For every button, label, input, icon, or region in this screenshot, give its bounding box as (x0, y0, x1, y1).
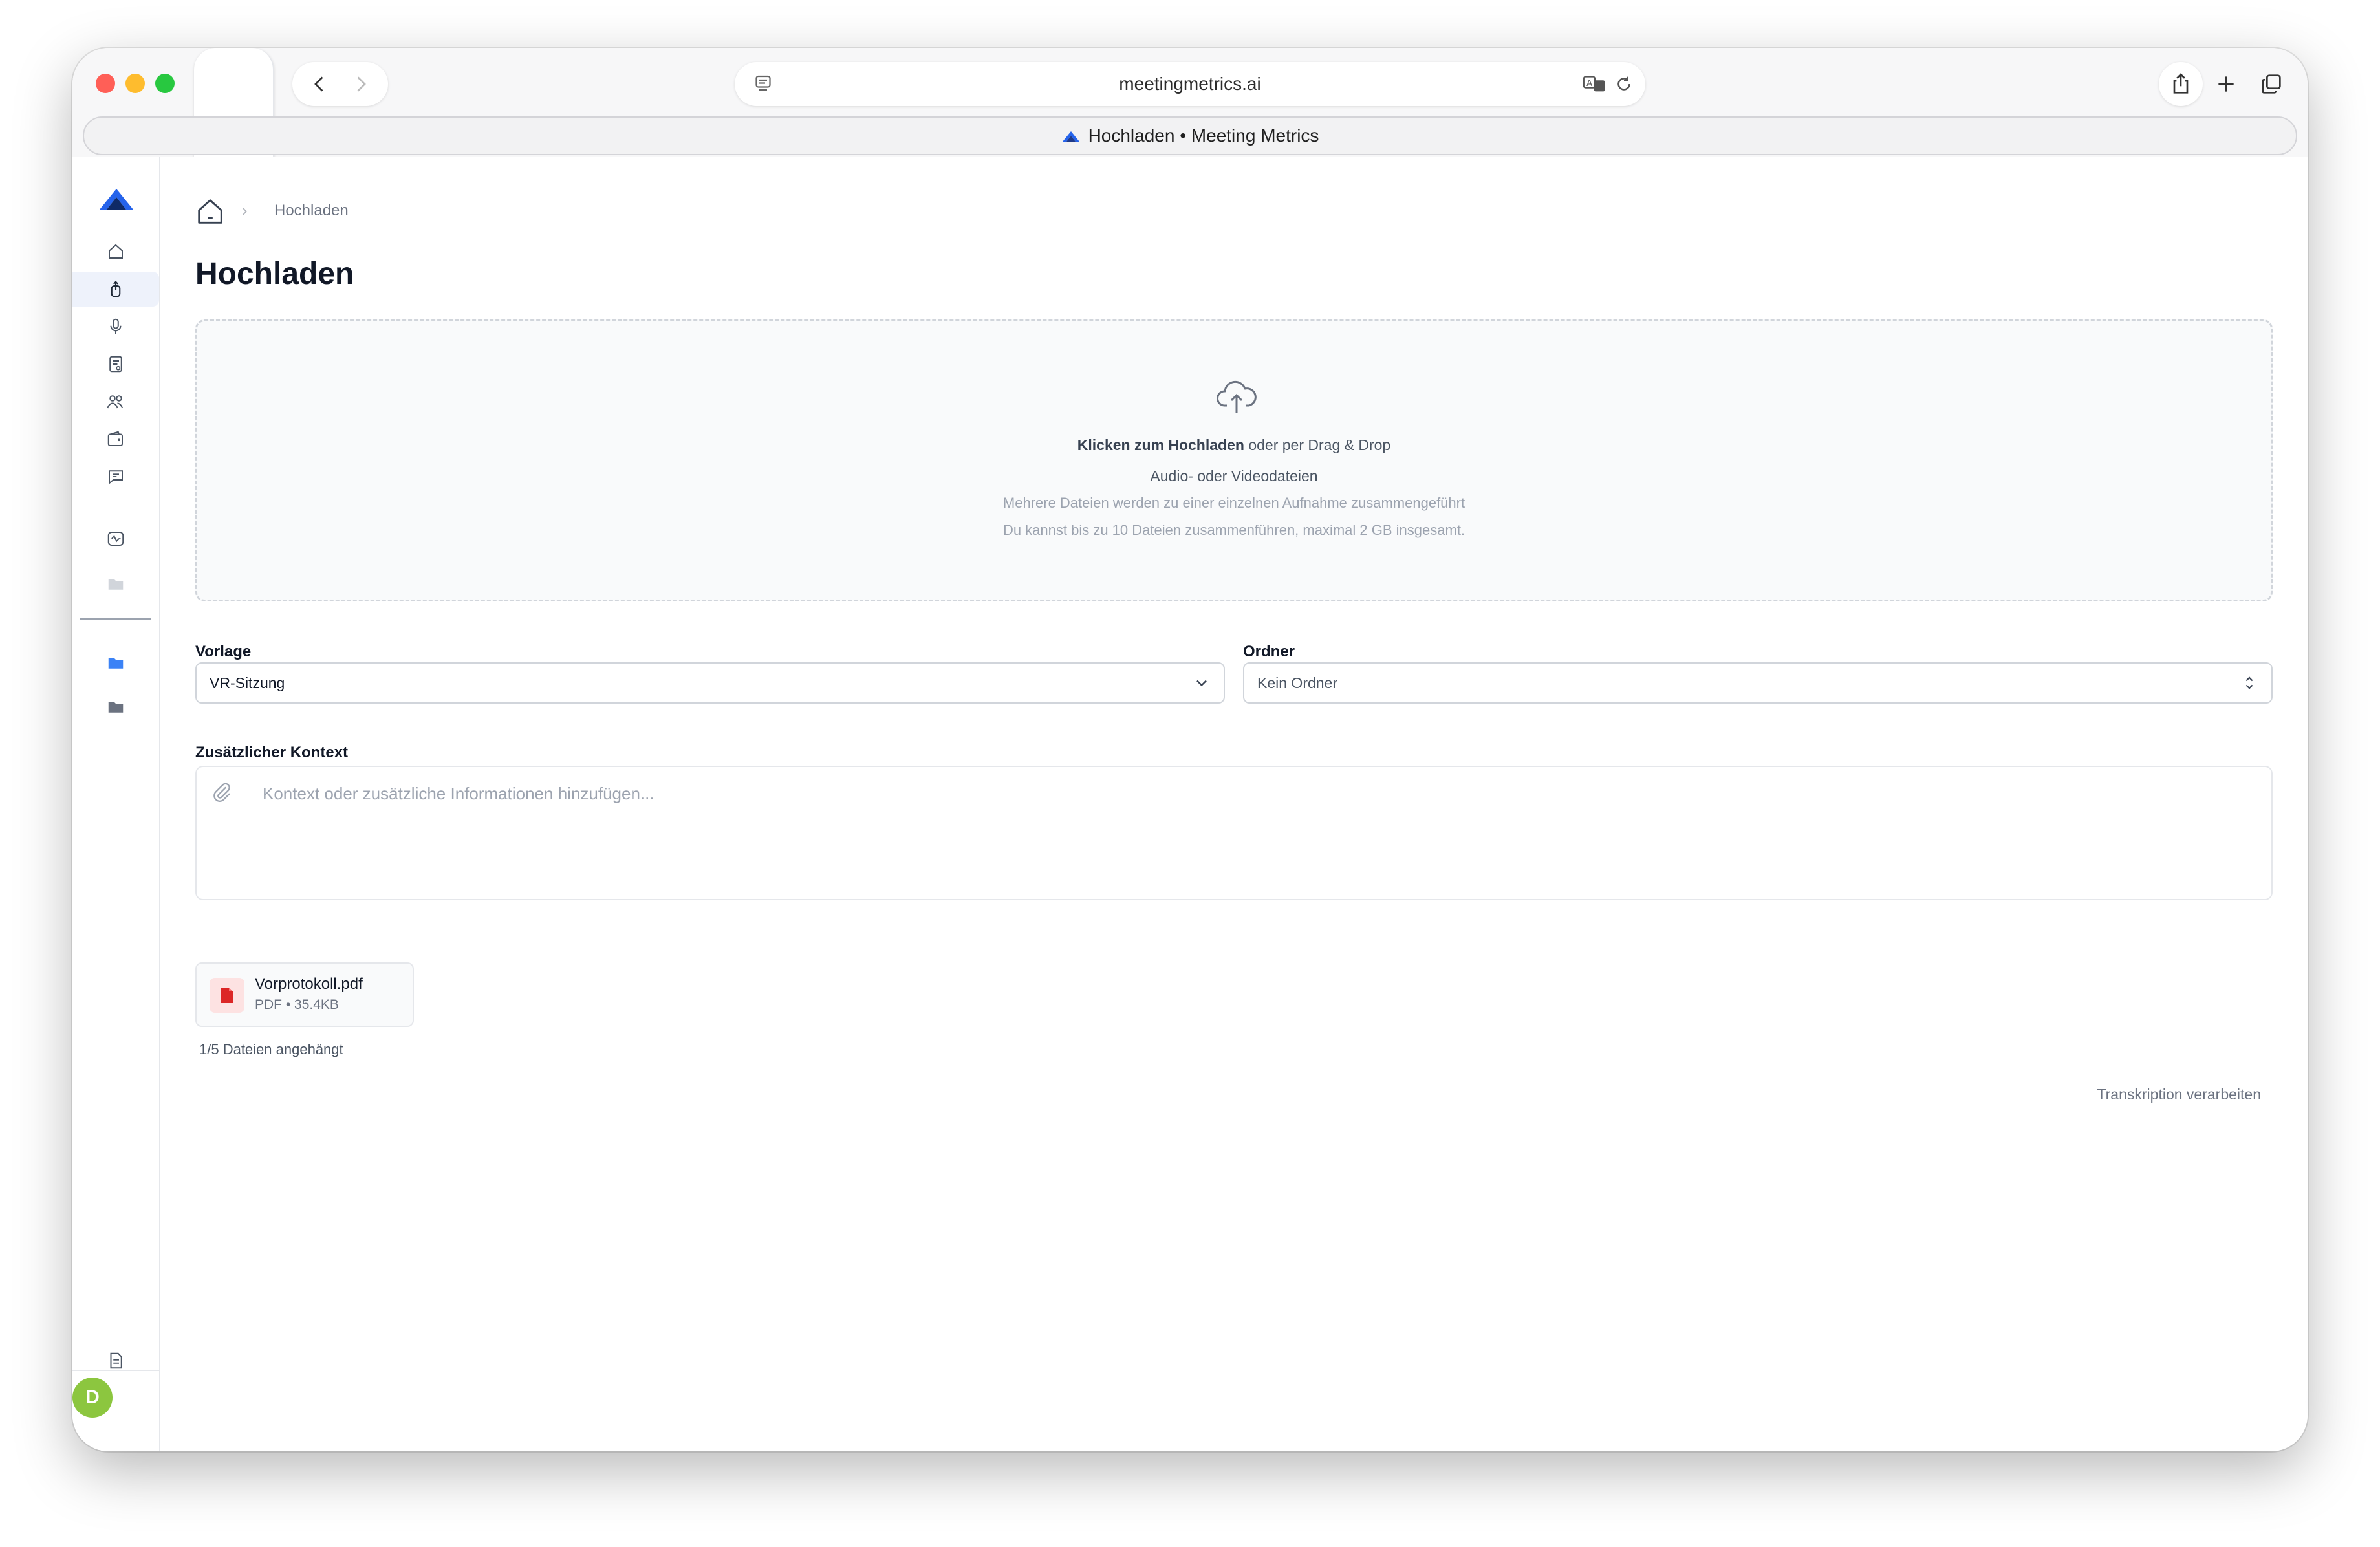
sidebar-item-billing[interactable] (72, 422, 159, 457)
share-icon (2173, 73, 2189, 94)
integration-icon (107, 532, 124, 546)
back-button[interactable] (304, 69, 335, 100)
attached-file[interactable]: Vorprotokoll.pdf PDF • 35.4KB (195, 962, 414, 1027)
wallet-icon (107, 431, 123, 446)
sidebar-item-templates[interactable] (72, 347, 159, 382)
sidebar-item-docs[interactable] (72, 1345, 159, 1376)
dropzone-drag-label: oder per Drag & Drop (1244, 437, 1391, 453)
document-icon (110, 1352, 122, 1369)
dropzone-merge-hint: Mehrere Dateien werden zu einer einzelne… (1002, 495, 1466, 511)
sidebar-item-folders[interactable] (72, 567, 159, 601)
breadcrumb-current: Hochladen (274, 202, 349, 219)
close-window-button[interactable] (96, 74, 115, 93)
tab-title: Hochladen • Meeting Metrics (1088, 125, 1319, 146)
dropzone-file-types: Audio- oder Videodateien (1150, 468, 1318, 484)
avatar[interactable]: D (72, 1378, 113, 1418)
sidebar-divider (80, 618, 151, 620)
tabs-icon (2262, 74, 2281, 94)
chevron-left-icon (314, 76, 323, 92)
cloud-upload-icon (1217, 380, 1257, 413)
process-transcription-button[interactable]: Transkription verarbeiten (2085, 1075, 2273, 1114)
pdf-icon (221, 988, 233, 1003)
upload-icon (111, 281, 121, 298)
browser-window: meetingmetrics.ai A Hochladen • Meeting … (72, 48, 2308, 1451)
tab-overview-button[interactable] (2249, 62, 2293, 106)
template-select[interactable]: VR-Sitzung (195, 662, 1225, 704)
active-tab[interactable]: Hochladen • Meeting Metrics (83, 116, 2297, 155)
attached-file-meta: PDF • 35.4KB (255, 997, 339, 1012)
sidebar-item-record[interactable] (72, 309, 159, 344)
meeting-metrics-favicon (1062, 131, 1079, 142)
breadcrumb-home-icon[interactable] (195, 197, 225, 226)
templates-icon (109, 356, 122, 373)
chevron-down-icon (1196, 680, 1207, 687)
dropzone-click-label[interactable]: Klicken zum Hochladen (1077, 437, 1244, 453)
chevron-right-icon (357, 76, 366, 92)
folder-icon (108, 579, 124, 590)
share-button[interactable] (2159, 62, 2203, 106)
folder-select[interactable]: Kein Ordner (1243, 662, 2273, 704)
sidebar-bottom-divider (72, 1370, 159, 1371)
context-label: Zusätzlicher Kontext (195, 744, 349, 761)
sidebar-item-chat[interactable] (72, 459, 159, 494)
template-label: Vorlage (195, 643, 252, 660)
sidebar-item-team[interactable] (72, 384, 159, 419)
meeting-metrics-logo[interactable] (98, 185, 135, 212)
context-textarea[interactable]: Kontext oder zusätzliche Informationen h… (195, 766, 2273, 900)
main-content: › Hochladen Hochladen Klicken zum Hochla… (160, 157, 2308, 1451)
page-title: Hochladen (195, 257, 354, 291)
minimize-window-button[interactable] (125, 74, 145, 93)
context-placeholder: Kontext oder zusätzliche Informationen h… (263, 784, 654, 803)
home-icon (109, 244, 123, 259)
sidebar-folder-2[interactable] (72, 689, 159, 724)
folder-blue-icon (108, 658, 124, 669)
dropzone-instruction: Klicken zum Hochladen oder per Drag & Dr… (197, 437, 2271, 454)
app-root: D › Hochladen Hochladen Klicken zum Hoch… (72, 157, 2308, 1451)
address-bar[interactable]: meetingmetrics.ai A (735, 62, 1645, 106)
paperclip-icon[interactable] (211, 780, 233, 805)
folder-select-value: Kein Ordner (1257, 675, 1338, 691)
forward-button[interactable] (345, 69, 376, 100)
microphone-icon (110, 318, 122, 334)
app-sidebar: D (72, 157, 160, 1451)
chevron-up-down-icon (2245, 676, 2253, 689)
reload-icon[interactable] (1613, 72, 1635, 96)
attached-file-count: 1/5 Dateien angehängt (199, 1041, 343, 1057)
url-text: meetingmetrics.ai (1119, 74, 1261, 94)
folder-label: Ordner (1243, 643, 1295, 660)
team-icon (107, 395, 123, 409)
breadcrumb-separator: › (242, 200, 248, 220)
translate-icon[interactable]: A (1582, 72, 1608, 96)
browser-toolbar: meetingmetrics.ai A Hochladen • Meeting … (72, 48, 2308, 1343)
new-tab-button[interactable] (2204, 62, 2248, 106)
plus-icon (2218, 76, 2234, 92)
zoom-window-button[interactable] (155, 74, 175, 93)
navigation-group (292, 62, 388, 106)
pdf-file-icon-wrapper (210, 978, 244, 1013)
attached-file-name: Vorprotokoll.pdf (255, 975, 363, 993)
sidebar-folder-1[interactable] (72, 645, 159, 680)
folder-gray-icon (108, 702, 124, 713)
upload-dropzone[interactable]: Klicken zum Hochladen oder per Drag & Dr… (195, 319, 2273, 601)
svg-text:A: A (1586, 79, 1592, 89)
chat-icon (109, 470, 123, 485)
sidebar-item-home[interactable] (72, 234, 159, 269)
sidebar-item-upload[interactable] (72, 272, 159, 307)
sidebar-item-integrations[interactable] (72, 521, 159, 556)
dropzone-limit-hint: Du kannst bis zu 10 Dateien zusammenführ… (1002, 522, 1466, 538)
template-select-value: VR-Sitzung (210, 675, 285, 691)
